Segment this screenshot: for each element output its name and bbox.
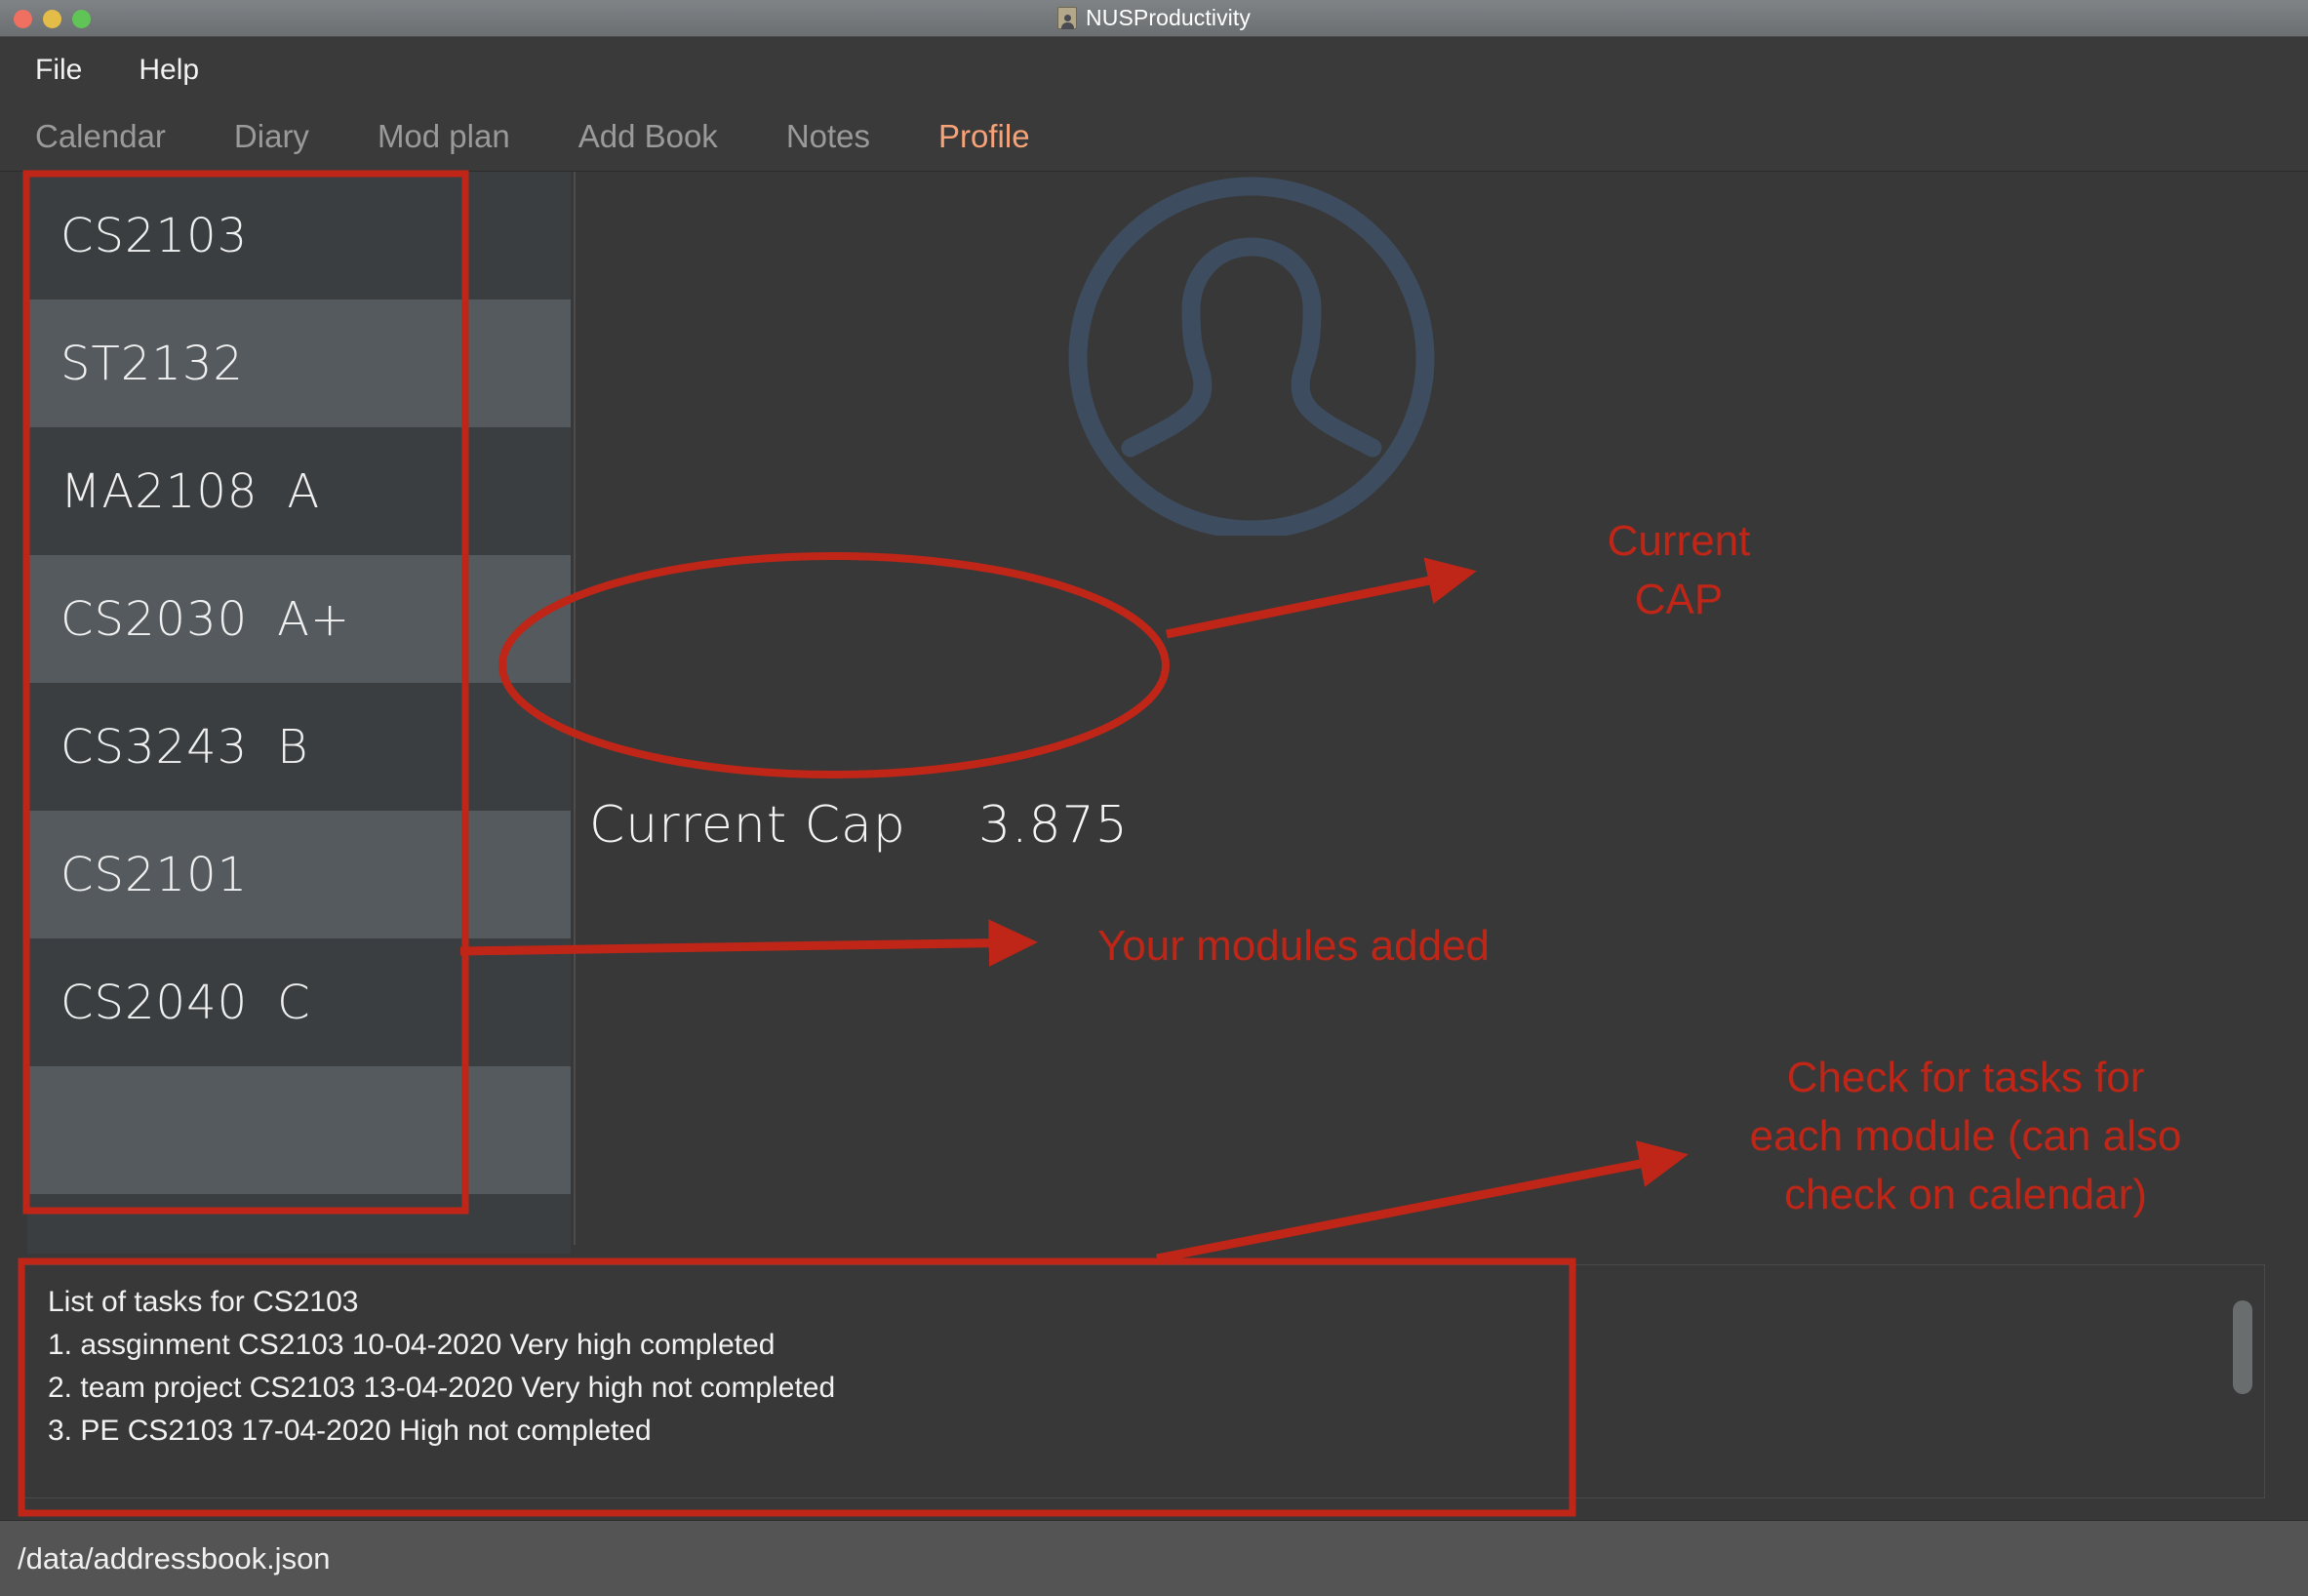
result-line: 1. assginment CS2103 10-04-2020 Very hig… bbox=[48, 1329, 776, 1361]
module-code: CS2040 bbox=[60, 975, 249, 1030]
module-code: CS2030 bbox=[60, 591, 249, 647]
module-code: CS2103 bbox=[60, 208, 249, 263]
module-row[interactable]: CS2030 A+ bbox=[27, 555, 571, 683]
current-cap-readout: Current Cap 3.875 bbox=[589, 796, 1129, 855]
tab-calendar[interactable]: Calendar bbox=[35, 118, 166, 155]
menu-item-help[interactable]: Help bbox=[131, 52, 207, 89]
module-row[interactable]: CS3243 B bbox=[27, 683, 571, 811]
current-cap-label: Current Cap bbox=[589, 796, 906, 855]
module-row[interactable]: MA2108 A bbox=[27, 427, 571, 555]
minimize-button[interactable] bbox=[43, 10, 61, 28]
profile-panel: CS2103 ST2132 MA2108 A CS2030 A+ CS3243 … bbox=[0, 171, 2308, 1596]
contact-card-icon bbox=[1057, 7, 1078, 29]
module-row[interactable]: CS2103 bbox=[27, 172, 571, 299]
result-line: 3. PE CS2103 17-04-2020 High not complet… bbox=[48, 1415, 652, 1447]
tab-bar: Calendar Diary Mod plan Add Book Notes P… bbox=[0, 102, 2308, 171]
window-title: NUSProductivity bbox=[1086, 5, 1251, 30]
window-controls[interactable] bbox=[14, 10, 91, 28]
tab-profile[interactable]: Profile bbox=[938, 118, 1030, 155]
module-row[interactable]: ST2132 bbox=[27, 299, 571, 427]
module-grade: B bbox=[277, 719, 309, 775]
tab-mod-plan[interactable]: Mod plan bbox=[378, 118, 510, 155]
module-row-empty[interactable] bbox=[27, 1066, 571, 1194]
tab-add-book[interactable]: Add Book bbox=[578, 118, 718, 155]
window-title-group: NUSProductivity bbox=[1057, 5, 1251, 31]
result-line: List of tasks for CS2103 bbox=[48, 1286, 359, 1318]
module-row[interactable]: CS2040 C bbox=[27, 938, 571, 1066]
result-scrollbar-thumb[interactable] bbox=[2233, 1300, 2252, 1394]
zoom-button[interactable] bbox=[72, 10, 91, 28]
module-code: CS2101 bbox=[60, 847, 249, 902]
user-avatar-icon bbox=[1060, 177, 1443, 539]
result-line: 2. team project CS2103 13-04-2020 Very h… bbox=[48, 1372, 836, 1404]
tab-notes[interactable]: Notes bbox=[786, 118, 870, 155]
module-list[interactable]: CS2103 ST2132 MA2108 A CS2030 A+ CS3243 … bbox=[27, 172, 571, 1254]
module-code: CS3243 bbox=[60, 719, 249, 775]
module-grade: A+ bbox=[277, 591, 351, 647]
module-code: MA2108 bbox=[60, 463, 259, 519]
save-location-path: /data/addressbook.json bbox=[18, 1540, 331, 1576]
module-grade: C bbox=[277, 975, 311, 1030]
close-button[interactable] bbox=[14, 10, 32, 28]
module-row[interactable]: CS2101 bbox=[27, 811, 571, 938]
panel-divider bbox=[574, 172, 576, 1245]
application-window: NUSProductivity File Help Calendar Diary… bbox=[0, 0, 2308, 1596]
module-grade: A bbox=[287, 463, 321, 519]
tab-diary[interactable]: Diary bbox=[234, 118, 309, 155]
menu-item-file[interactable]: File bbox=[27, 52, 90, 89]
current-cap-value: 3.875 bbox=[977, 796, 1129, 855]
status-bar: /data/addressbook.json bbox=[0, 1520, 2308, 1596]
module-code: ST2132 bbox=[60, 336, 244, 391]
window-titlebar: NUSProductivity bbox=[0, 0, 2308, 37]
menu-bar: File Help bbox=[0, 37, 2308, 102]
result-display-panel: List of tasks for CS2103 1. assginment C… bbox=[21, 1264, 2265, 1498]
